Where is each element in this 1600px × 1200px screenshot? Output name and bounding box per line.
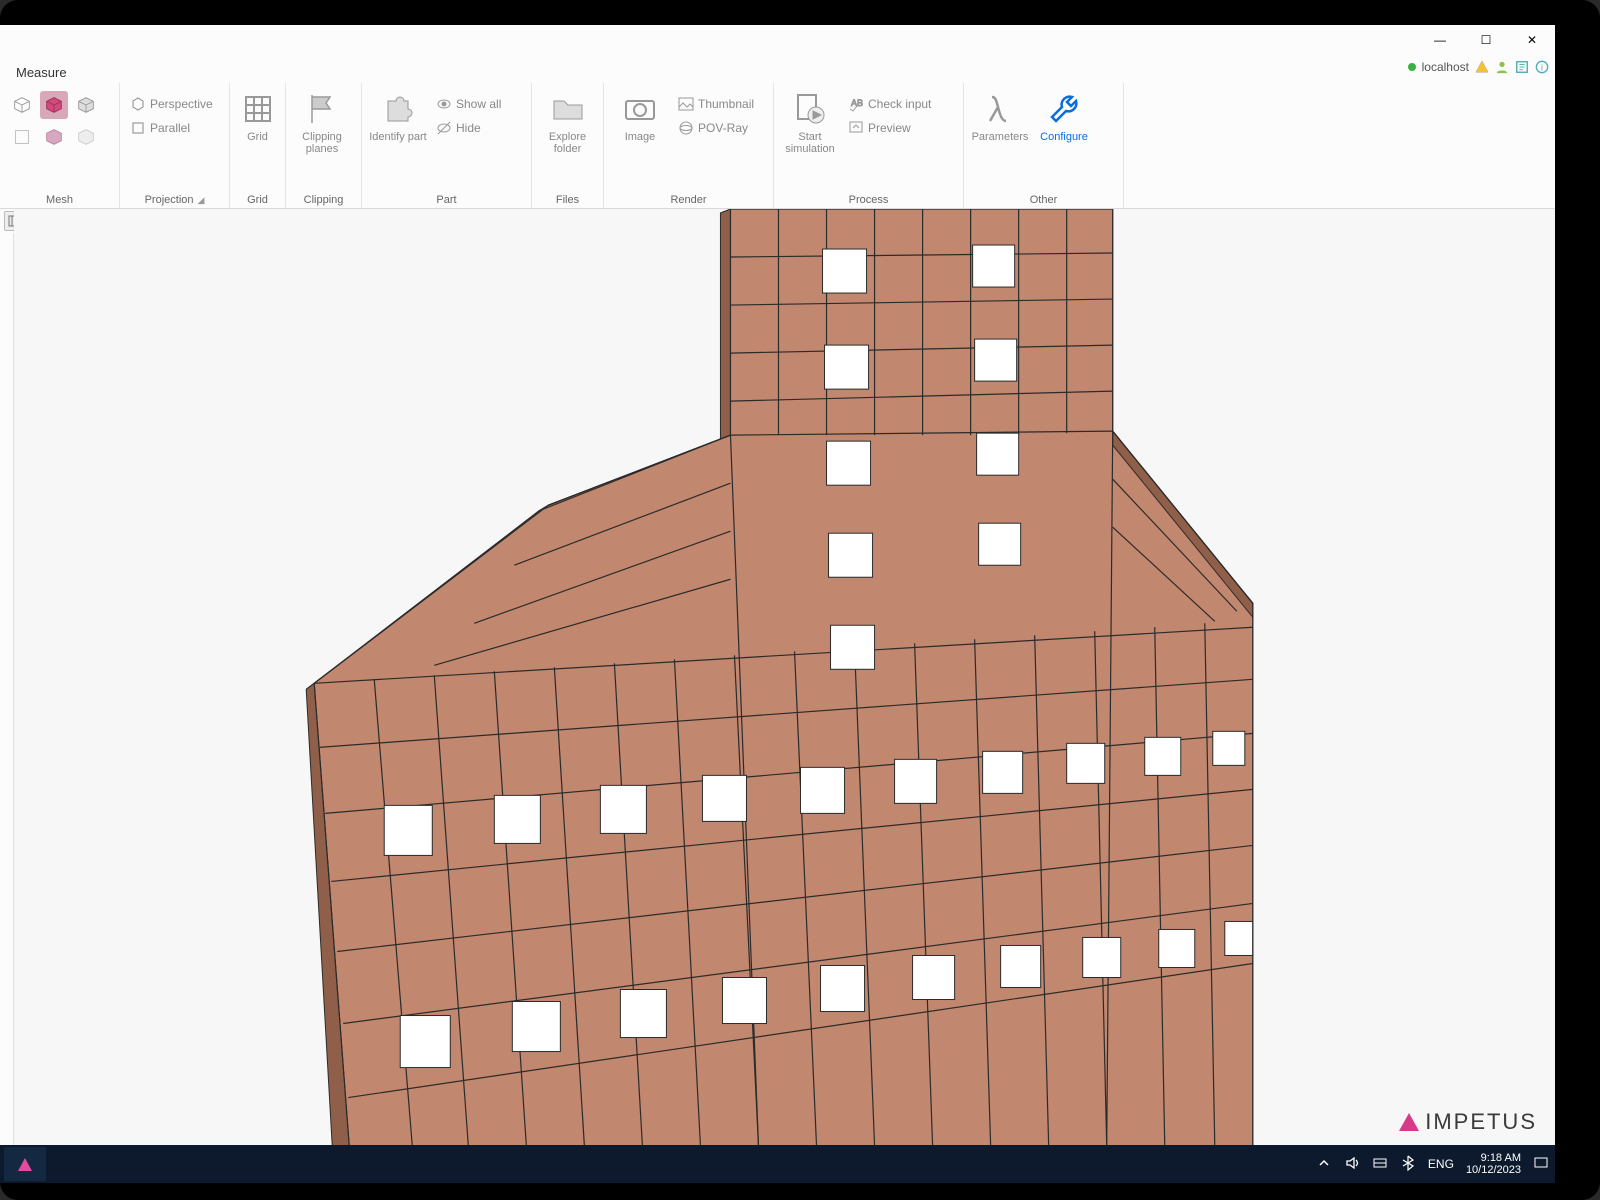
svg-text:i: i: [1541, 63, 1543, 73]
group-other-title: Other: [970, 192, 1117, 206]
clipping-planes-button[interactable]: Clipping planes: [292, 87, 352, 179]
minimize-button[interactable]: —: [1417, 25, 1463, 55]
puzzle-icon: [380, 91, 416, 127]
play-report-icon: [792, 91, 828, 127]
status-row: localhost i: [1408, 60, 1549, 74]
warning-icon[interactable]: [1475, 60, 1489, 74]
thumbnail-button[interactable]: Thumbnail: [674, 93, 758, 115]
taskbar-pinned-app[interactable]: [4, 1147, 46, 1181]
picture-icon: [678, 96, 694, 112]
tray-chevron-icon[interactable]: [1316, 1155, 1332, 1174]
group-render-title: Render: [610, 192, 767, 206]
watermark-triangle-icon: [1399, 1113, 1419, 1131]
taskbar[interactable]: ENG 9:18 AM 10/12/2023: [0, 1145, 1555, 1183]
image-button[interactable]: Image: [610, 87, 670, 179]
watermark-text: IMPETUS: [1425, 1109, 1537, 1135]
hide-button[interactable]: Hide: [432, 117, 505, 139]
camera-icon: [622, 91, 658, 127]
parallel-button[interactable]: Parallel: [126, 117, 194, 139]
check-input-button[interactable]: AB Check input: [844, 93, 935, 115]
watermark: IMPETUS: [1399, 1109, 1537, 1135]
tray-language[interactable]: ENG: [1428, 1157, 1454, 1171]
identify-part-button[interactable]: Identify part: [368, 87, 428, 179]
group-part-title: Part: [368, 192, 525, 206]
cube-parallel-icon: [130, 120, 146, 136]
grid-button[interactable]: Grid: [236, 87, 279, 179]
side-panel-collapsed[interactable]: [0, 233, 14, 1145]
close-button[interactable]: ✕: [1509, 25, 1555, 55]
spellcheck-icon: AB: [848, 96, 864, 112]
tray-bluetooth-icon[interactable]: [1400, 1155, 1416, 1174]
tray-notifications-icon[interactable]: [1533, 1155, 1549, 1174]
mesh-style-3[interactable]: [72, 91, 100, 119]
tray-volume-icon[interactable]: [1344, 1155, 1360, 1174]
group-grid-title: Grid: [236, 192, 279, 206]
eye-off-icon: [436, 120, 452, 136]
grid-icon: [240, 91, 276, 127]
status-dot-icon: [1408, 63, 1416, 71]
povray-button[interactable]: POV-Ray: [674, 117, 758, 139]
maximize-button[interactable]: ☐: [1463, 25, 1509, 55]
show-all-button[interactable]: Show all: [432, 93, 505, 115]
mesh-style-grid: [6, 87, 106, 155]
flag-icon: [304, 91, 340, 127]
impetus-app-icon: [18, 1158, 32, 1171]
info-icon[interactable]: i: [1535, 60, 1549, 74]
configure-button[interactable]: Configure: [1034, 87, 1094, 179]
system-tray: ENG 9:18 AM 10/12/2023: [1316, 1145, 1549, 1183]
mesh-model: [14, 209, 1555, 1145]
mesh-style-6[interactable]: [72, 123, 100, 151]
projection-launcher-icon[interactable]: ◢: [198, 195, 205, 205]
parameters-button[interactable]: Parameters: [970, 87, 1030, 179]
group-process-title: Process: [780, 192, 957, 206]
start-simulation-button[interactable]: Start simulation: [780, 87, 840, 179]
group-files-title: Files: [538, 192, 597, 206]
folder-icon: [550, 91, 586, 127]
viewport-3d[interactable]: IMPETUS: [14, 209, 1555, 1145]
preview-icon: [848, 120, 864, 136]
menubar: Measure: [0, 61, 75, 83]
script-icon[interactable]: [1515, 60, 1529, 74]
mesh-style-1[interactable]: [8, 91, 36, 119]
user-icon[interactable]: [1495, 60, 1509, 74]
status-host: localhost: [1422, 60, 1469, 74]
tray-clock[interactable]: 9:18 AM 10/12/2023: [1466, 1152, 1521, 1176]
group-mesh-title: Mesh: [6, 192, 113, 206]
menu-measure[interactable]: Measure: [8, 63, 75, 82]
perspective-button[interactable]: Perspective: [126, 93, 217, 115]
preview-button[interactable]: Preview: [844, 117, 935, 139]
window-controls: — ☐ ✕: [1417, 25, 1555, 55]
lambda-icon: [982, 91, 1018, 127]
eye-icon: [436, 96, 452, 112]
cube-persp-icon: [130, 96, 146, 112]
group-clipping-title: Clipping: [292, 192, 355, 206]
group-projection-title: Projection: [145, 194, 194, 206]
explore-folder-button[interactable]: Explore folder: [538, 87, 597, 179]
tray-network-icon[interactable]: [1372, 1155, 1388, 1174]
sphere-icon: [678, 120, 694, 136]
wrench-icon: [1046, 91, 1082, 127]
mesh-style-4[interactable]: [8, 123, 36, 151]
mesh-style-2-active[interactable]: [40, 91, 68, 119]
mesh-style-5[interactable]: [40, 123, 68, 151]
ribbon: Mesh Perspective Parallel Projection ◢: [0, 83, 1555, 209]
